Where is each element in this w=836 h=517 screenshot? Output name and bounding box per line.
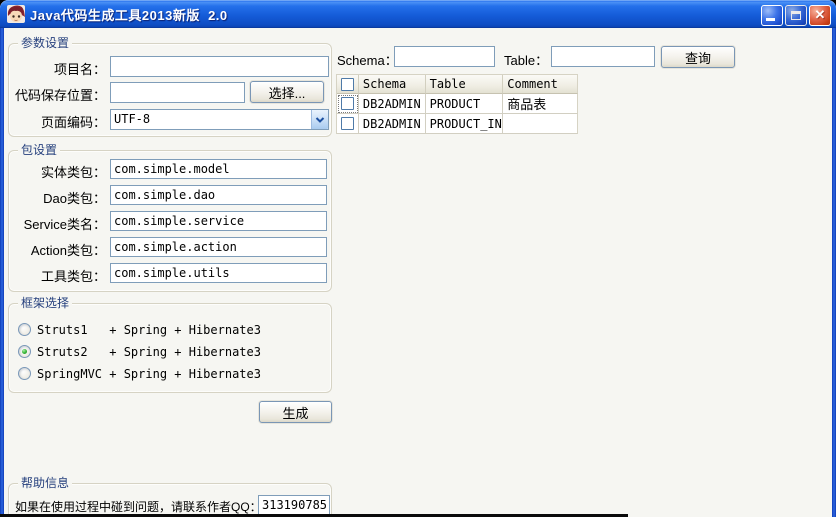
row-checkbox[interactable] <box>340 97 354 110</box>
column-header-schema[interactable]: Schema <box>358 75 426 94</box>
cell-comment: 商品表 <box>503 94 578 114</box>
app-window: Java代码生成工具2013新版 2.0 ✕ 参数设置 项目名： 代码保存位置：… <box>0 0 836 517</box>
encoding-label: 页面编码： <box>40 115 106 130</box>
window-controls: ✕ <box>761 5 831 26</box>
project-name-label: 项目名： <box>53 62 106 77</box>
cell-table: PRODUCT <box>425 94 504 114</box>
row-checkbox-cell <box>337 114 359 134</box>
app-icon <box>6 4 26 24</box>
params-group-title: 参数设置 <box>18 36 73 50</box>
table-row[interactable]: DB2ADMIN PRODUCT_INFO <box>337 114 578 134</box>
row-checkbox[interactable] <box>340 117 354 130</box>
table-label: Table： <box>504 53 549 68</box>
radio-springmvc[interactable] <box>18 367 31 380</box>
qq-input[interactable] <box>258 495 330 515</box>
service-package-input[interactable] <box>110 211 327 231</box>
title-bar[interactable]: Java代码生成工具2013新版 2.0 ✕ <box>0 0 836 28</box>
help-group-title: 帮助信息 <box>18 476 73 490</box>
utils-package-input[interactable] <box>110 263 327 283</box>
cell-schema: DB2ADMIN <box>358 114 426 134</box>
action-package-label: Action类包： <box>30 243 106 258</box>
table-header-row: Schema Table Comment <box>337 75 578 94</box>
radio-struts1[interactable] <box>18 323 31 336</box>
header-checkbox-cell <box>337 75 359 94</box>
encoding-selected-value: UTF-8 <box>114 112 151 126</box>
entity-package-label: 实体类包： <box>40 165 106 180</box>
cell-comment <box>503 114 578 134</box>
radio-struts2[interactable] <box>18 345 31 358</box>
radio-struts2-label[interactable]: Struts2 + Spring + Hibernate3 <box>37 345 261 359</box>
client-area: 参数设置 项目名： 代码保存位置： 选择... 页面编码： UTF-8 Sche… <box>4 28 832 517</box>
save-path-label: 代码保存位置： <box>14 88 106 103</box>
entity-package-input[interactable] <box>110 159 327 179</box>
table-row[interactable]: DB2ADMIN PRODUCT 商品表 <box>337 94 578 114</box>
table-input[interactable] <box>551 46 655 67</box>
query-button[interactable]: 查询 <box>661 46 735 68</box>
schema-label: Schema： <box>337 53 398 68</box>
save-path-input[interactable] <box>110 82 245 103</box>
dao-package-label: Dao类包： <box>43 191 106 206</box>
action-package-input[interactable] <box>110 237 327 257</box>
maximize-icon <box>791 11 801 20</box>
choose-path-button[interactable]: 选择... <box>250 81 324 103</box>
service-package-label: Service类名： <box>23 217 106 232</box>
column-header-comment[interactable]: Comment <box>503 75 578 94</box>
maximize-button[interactable] <box>785 5 807 26</box>
radio-struts1-label[interactable]: Struts1 + Spring + Hibernate3 <box>37 323 261 337</box>
dao-package-input[interactable] <box>110 185 327 205</box>
package-group-title: 包设置 <box>18 143 61 157</box>
project-name-input[interactable] <box>110 56 329 77</box>
help-text: 如果在使用过程中碰到问题，请联系作者QQ： <box>15 500 262 514</box>
column-header-table[interactable]: Table <box>425 75 504 94</box>
utils-package-label: 工具类包： <box>40 269 106 284</box>
close-button[interactable]: ✕ <box>809 5 831 26</box>
generate-button[interactable]: 生成 <box>259 401 332 423</box>
radio-springmvc-label[interactable]: SpringMVC + Spring + Hibernate3 <box>37 367 261 381</box>
results-table: Schema Table Comment DB2ADMIN PRODUCT 商品… <box>336 74 578 134</box>
cell-schema: DB2ADMIN <box>358 94 426 114</box>
window-title: Java代码生成工具2013新版 2.0 <box>30 7 228 23</box>
chevron-down-icon[interactable] <box>311 110 328 129</box>
close-icon: ✕ <box>814 7 826 22</box>
schema-input[interactable] <box>394 46 495 67</box>
window-border-right <box>832 28 836 517</box>
row-checkbox-cell <box>337 94 359 114</box>
encoding-combobox[interactable]: UTF-8 <box>110 109 329 130</box>
select-all-checkbox[interactable] <box>340 77 354 91</box>
framework-group-title: 框架选择 <box>18 296 73 310</box>
minimize-icon <box>766 18 775 21</box>
minimize-button[interactable] <box>761 5 783 26</box>
cell-table: PRODUCT_INFO <box>425 114 504 134</box>
